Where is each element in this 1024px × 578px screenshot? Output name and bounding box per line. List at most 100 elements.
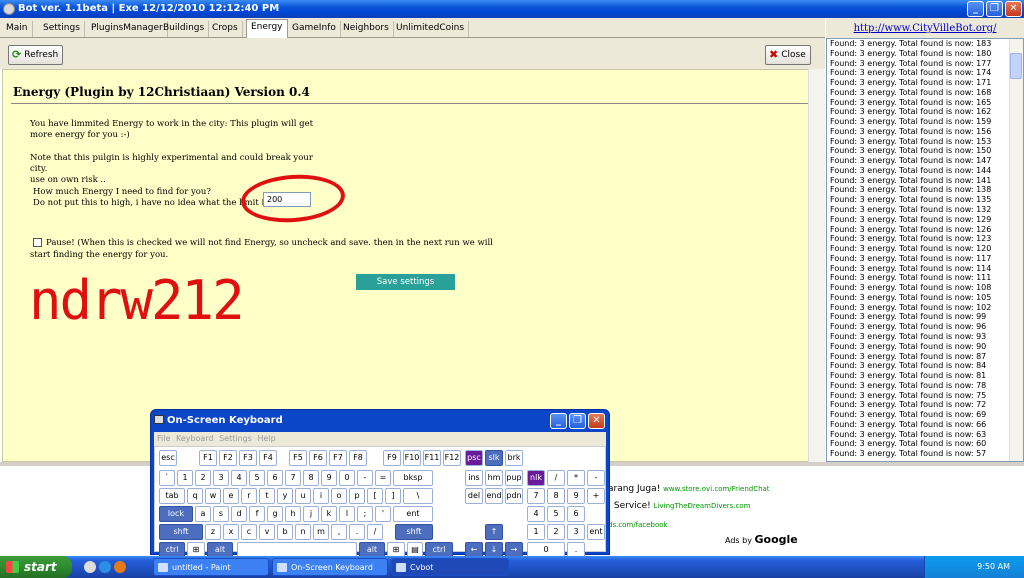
tab-neighbors[interactable]: Neighbors <box>339 21 394 37</box>
tab-pluginsmanager[interactable]: PluginsManager <box>87 21 168 37</box>
quicklaunch-ie-icon[interactable] <box>99 561 111 573</box>
osk-key[interactable]: F1 <box>199 450 217 466</box>
osk-key[interactable]: F8 <box>349 450 367 466</box>
osk-key[interactable]: F11 <box>423 450 441 466</box>
osk-key[interactable]: c <box>241 524 257 540</box>
osk-key[interactable]: del <box>465 488 483 504</box>
close-plugin-button[interactable]: ✖ Close <box>765 45 811 65</box>
osk-key[interactable]: ] <box>385 488 401 504</box>
osk-key[interactable]: 5 <box>547 506 565 522</box>
osk-key[interactable]: ; <box>357 506 373 522</box>
osk-key[interactable]: F7 <box>329 450 347 466</box>
ad-line-3[interactable]: ds.com/facebook <box>608 520 668 530</box>
energy-amount-input[interactable]: 200 <box>263 192 311 207</box>
osk-key[interactable]: shft <box>395 524 433 540</box>
minimize-button[interactable]: _ <box>967 1 984 17</box>
osk-key[interactable]: g <box>267 506 283 522</box>
osk-key[interactable]: pup <box>505 470 523 486</box>
osk-key[interactable]: F3 <box>239 450 257 466</box>
tab-settings[interactable]: Settings <box>39 21 85 37</box>
osk-key[interactable]: = <box>375 470 391 486</box>
osk-key[interactable]: lock <box>159 506 193 522</box>
osk-key[interactable]: end <box>485 488 503 504</box>
osk-key[interactable]: ent <box>587 524 605 540</box>
quicklaunch-firefox-icon[interactable] <box>114 561 126 573</box>
osk-key[interactable]: esc <box>159 450 177 466</box>
osk-key[interactable]: h <box>285 506 301 522</box>
osk-key[interactable]: v <box>259 524 275 540</box>
task-cvbot[interactable]: Cvbot <box>391 558 509 576</box>
clock[interactable]: 9:50 AM <box>977 562 1010 571</box>
osk-key[interactable]: 3 <box>213 470 229 486</box>
osk-key[interactable]: j <box>303 506 319 522</box>
osk-key[interactable]: * <box>567 470 585 486</box>
task-on-screen-keyboard[interactable]: On-Screen Keyboard <box>272 558 388 576</box>
osk-key[interactable]: / <box>367 524 383 540</box>
osk-maximize-button[interactable]: ❐ <box>569 413 586 429</box>
osk-menu-keyboard[interactable]: Keyboard <box>176 434 214 443</box>
osk-key[interactable]: \ <box>403 488 433 504</box>
osk-key[interactable]: k <box>321 506 337 522</box>
tab-main[interactable]: Main <box>2 21 33 37</box>
ad-line-2[interactable]: : Service! LivingTheDreamDivers.com <box>608 501 751 511</box>
refresh-button[interactable]: ⟳ Refresh <box>8 45 64 65</box>
osk-key[interactable]: - <box>357 470 373 486</box>
log-scroll-thumb[interactable] <box>1010 53 1022 79</box>
osk-key[interactable]: p <box>349 488 365 504</box>
osk-key[interactable]: . <box>349 524 365 540</box>
osk-key[interactable]: [ <box>367 488 383 504</box>
osk-key[interactable]: u <box>295 488 311 504</box>
osk-key[interactable]: l <box>339 506 355 522</box>
osk-key[interactable]: f <box>249 506 265 522</box>
osk-key[interactable]: x <box>223 524 239 540</box>
save-settings-button[interactable]: Save settings <box>356 274 455 290</box>
osk-key[interactable]: t <box>259 488 275 504</box>
tab-energy[interactable]: Energy <box>246 19 288 38</box>
osk-key[interactable]: F5 <box>289 450 307 466</box>
osk-key[interactable]: e <box>223 488 239 504</box>
osk-key[interactable]: m <box>313 524 329 540</box>
osk-key[interactable]: q <box>187 488 203 504</box>
tab-gameinfo[interactable]: GameInfo <box>288 21 341 37</box>
osk-key[interactable]: o <box>331 488 347 504</box>
osk-key[interactable]: slk <box>485 450 503 466</box>
osk-key[interactable]: brk <box>505 450 523 466</box>
osk-close-button[interactable]: ✕ <box>588 413 605 429</box>
osk-key[interactable]: F4 <box>259 450 277 466</box>
osk-key[interactable]: ins <box>465 470 483 486</box>
osk-key[interactable]: ' <box>375 506 391 522</box>
osk-key[interactable]: F6 <box>309 450 327 466</box>
osk-titlebar[interactable]: On-Screen Keyboard _ ❐ ✕ <box>151 410 609 432</box>
osk-key[interactable]: - <box>587 470 605 486</box>
osk-key[interactable]: 1 <box>527 524 545 540</box>
osk-key[interactable]: 2 <box>195 470 211 486</box>
osk-key[interactable]: 4 <box>527 506 545 522</box>
main-scrollbar[interactable] <box>808 69 825 462</box>
pause-checkbox[interactable] <box>33 238 42 247</box>
osk-key[interactable]: shft <box>159 524 203 540</box>
osk-key[interactable]: + <box>587 488 605 504</box>
osk-key[interactable]: a <box>195 506 211 522</box>
close-window-button[interactable]: ✕ <box>1005 1 1022 17</box>
osk-key[interactable]: F2 <box>219 450 237 466</box>
tab-unlimitedcoins[interactable]: UnlimitedCoins <box>392 21 470 37</box>
osk-key[interactable]: bksp <box>393 470 433 486</box>
osk-key[interactable]: ` <box>159 470 175 486</box>
osk-key[interactable]: F9 <box>383 450 401 466</box>
window-titlebar[interactable]: Bot ver. 1.1beta | Exe 12/12/2010 12:12:… <box>0 0 1024 18</box>
start-button[interactable]: start <box>0 556 72 578</box>
osk-menu-settings[interactable]: Settings <box>219 434 252 443</box>
osk-key[interactable]: i <box>313 488 329 504</box>
osk-key[interactable]: s <box>213 506 229 522</box>
tab-buildings[interactable]: Buildings <box>159 21 210 37</box>
osk-menu-file[interactable]: File <box>157 434 170 443</box>
osk-key[interactable]: ↑ <box>485 524 503 540</box>
osk-key[interactable]: 4 <box>231 470 247 486</box>
osk-key[interactable]: b <box>277 524 293 540</box>
osk-key[interactable]: 8 <box>547 488 565 504</box>
tab-crops[interactable]: Crops <box>208 21 243 37</box>
osk-key[interactable]: w <box>205 488 221 504</box>
osk-key[interactable]: z <box>205 524 221 540</box>
on-screen-keyboard-window[interactable]: On-Screen Keyboard _ ❐ ✕ File Keyboard S… <box>150 409 610 558</box>
log-scrollbar[interactable] <box>1009 39 1023 461</box>
